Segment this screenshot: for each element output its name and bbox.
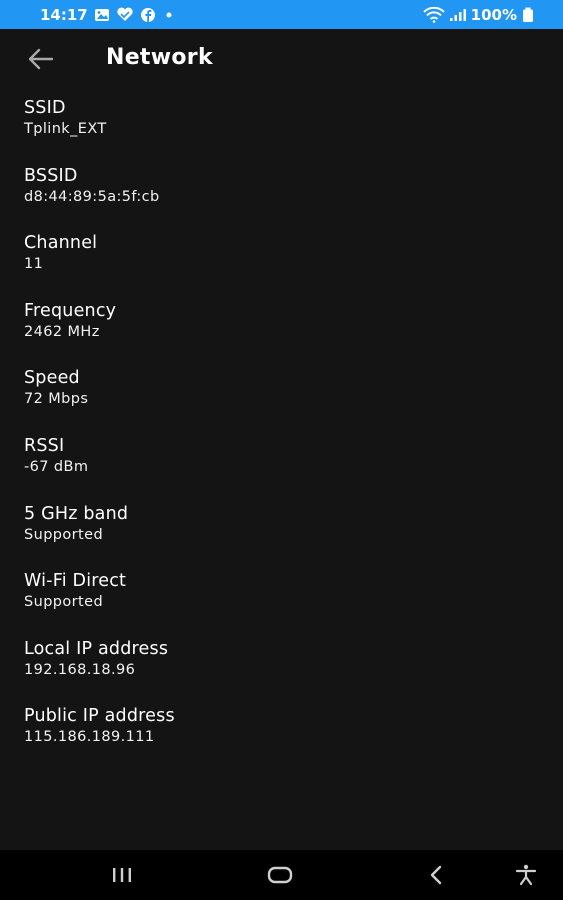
- network-info-list: SSID Tplink_EXT BSSID d8:44:89:5a:5f:cb …: [24, 97, 544, 773]
- battery-percent: 100%: [470, 5, 517, 24]
- app-bar: Network: [0, 29, 563, 89]
- item-label: Frequency: [24, 300, 117, 321]
- item-label: BSSID: [24, 165, 78, 186]
- item-value: Supported: [24, 594, 104, 611]
- facebook-icon: [140, 7, 156, 23]
- info-item-local-ip: Local IP address 192.168.18.96: [24, 638, 544, 706]
- item-label: SSID: [24, 98, 66, 118]
- info-item-public-ip: Public IP address 115.186.189.111: [24, 705, 544, 773]
- info-item-speed: Speed 72 Mbps: [24, 367, 544, 435]
- item-label: 5 GHz band: [24, 503, 129, 524]
- home-icon: [267, 866, 293, 884]
- item-value: 2462 MHz: [24, 323, 100, 340]
- status-right: 100%: [422, 5, 535, 24]
- item-value: d8:44:89:5a:5f:cb: [24, 188, 160, 205]
- arrow-left-icon: [28, 48, 54, 70]
- dot-icon: [162, 8, 176, 22]
- item-value: 11: [24, 256, 44, 273]
- item-label: Wi-Fi Direct: [24, 571, 127, 592]
- item-value: 115.186.189.111: [24, 729, 155, 746]
- item-label: Speed: [24, 368, 80, 389]
- info-item-wifi-direct: Wi-Fi Direct Supported: [24, 570, 544, 638]
- item-label: RSSI: [24, 435, 65, 456]
- info-item-5ghz-band: 5 GHz band Supported: [24, 503, 544, 571]
- navigation-bar: [0, 850, 563, 900]
- item-value: 192.168.18.96: [24, 661, 136, 678]
- item-label: Channel: [24, 233, 98, 254]
- battery-icon: [521, 7, 535, 23]
- wifi-icon: [422, 6, 445, 23]
- back-button[interactable]: [26, 45, 56, 73]
- info-item-channel: Channel 11: [24, 232, 544, 300]
- accessibility-icon: [515, 864, 537, 886]
- signal-icon: [449, 8, 467, 22]
- accessibility-button[interactable]: [511, 862, 541, 888]
- back-icon: [430, 865, 442, 885]
- recents-button[interactable]: [107, 862, 137, 888]
- info-item-ssid: SSID Tplink_EXT: [24, 97, 544, 165]
- item-label: Public IP address: [24, 706, 175, 727]
- nav-back-button[interactable]: [422, 862, 452, 888]
- info-item-rssi: RSSI -67 dBm: [24, 435, 544, 503]
- home-button[interactable]: [265, 862, 295, 888]
- page-title: Network: [106, 45, 213, 70]
- status-bar: 14:17 100%: [0, 0, 563, 29]
- item-value: 72 Mbps: [24, 391, 89, 408]
- gallery-icon: [94, 8, 110, 22]
- status-left: 14:17: [40, 6, 176, 24]
- item-value: Tplink_EXT: [24, 121, 107, 137]
- info-item-frequency: Frequency 2462 MHz: [24, 300, 544, 368]
- item-value: Supported: [24, 526, 104, 543]
- recents-icon: [113, 868, 131, 882]
- screen: 14:17 100% Network SSID Tplink_EXT BSSID…: [0, 0, 563, 900]
- status-time: 14:17: [40, 5, 88, 24]
- item-value: -67 dBm: [24, 458, 89, 475]
- info-item-bssid: BSSID d8:44:89:5a:5f:cb: [24, 165, 544, 233]
- item-label: Local IP address: [24, 638, 169, 659]
- heart-icon: [116, 7, 134, 22]
